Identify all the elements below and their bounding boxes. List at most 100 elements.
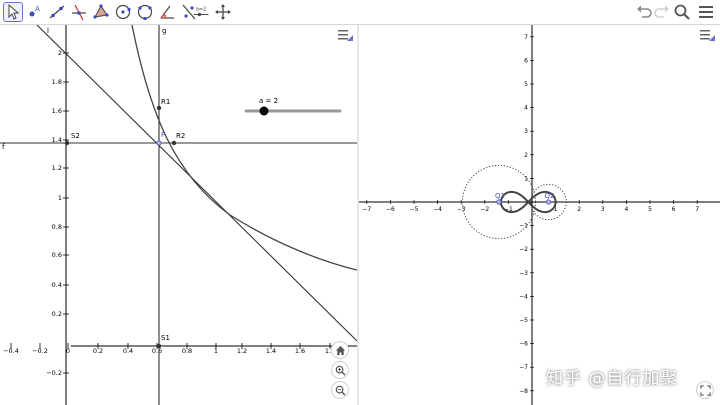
- point-s1: [156, 343, 162, 349]
- line-icon: [49, 5, 65, 19]
- point-label-r2: R2: [176, 132, 185, 140]
- point-label-s1: S1: [161, 334, 170, 342]
- y-tick-label: 1.6: [52, 107, 62, 115]
- slider-tool-button[interactable]: a=2: [190, 2, 212, 22]
- x-tick-label: 1.4: [266, 347, 276, 355]
- menu-button[interactable]: [697, 3, 715, 21]
- line-tool-button[interactable]: [47, 2, 67, 22]
- style-bar-icon: [700, 30, 715, 41]
- zoom-in-icon: [335, 365, 346, 376]
- circle-center-point-icon: [115, 4, 131, 20]
- x-tick-label: 0.2: [93, 347, 103, 355]
- x-tick-label: 0.4: [123, 347, 133, 355]
- undo-button[interactable]: [635, 3, 653, 21]
- polygon-icon: [93, 4, 109, 19]
- zoom-out-button[interactable]: [331, 381, 349, 399]
- point-label-p: P: [161, 131, 165, 139]
- angle-tool-button[interactable]: [157, 2, 177, 22]
- y2-tick-label: 6: [524, 57, 528, 64]
- slider-tool-label: a=2: [196, 6, 206, 12]
- graphics-view-1-canvas[interactable]: −0.4 −0.2 0 0.2 0.4 0.6 0.8 1 1.2 1.4 1.6 1.821.81.…: [0, 25, 357, 405]
- y2-tick-label: −5: [519, 317, 528, 324]
- y2-tick-label: 5: [524, 81, 528, 88]
- x2-tick-label: −4: [433, 206, 442, 213]
- graphics-view-2[interactable]: −7 −6 −5 −4 −3 −2 −1 1 2 3 4 5 6 7 7 6 5 4 3 2 1 −1 −2 −3 −4 −5 −6…: [359, 25, 720, 405]
- move-tool-button[interactable]: [3, 2, 23, 22]
- style-bar-toggle-2[interactable]: [698, 28, 718, 44]
- y-tick-label: 0.2: [52, 310, 62, 318]
- line-f-label: f: [2, 143, 5, 151]
- undo-icon: [637, 5, 652, 18]
- angle-icon: [160, 5, 174, 19]
- x2-tick-label: 2: [577, 206, 581, 213]
- x-tick-label: 1.2: [237, 347, 247, 355]
- y-tick-label: 1: [58, 194, 62, 202]
- point-p: [156, 140, 162, 146]
- y2-tick-label: −3: [519, 270, 528, 277]
- y2-tick-label: −4: [519, 293, 528, 300]
- search-icon: [674, 4, 690, 20]
- point-label-q1: Q1: [495, 192, 505, 200]
- point-tool-button[interactable]: A: [25, 2, 45, 22]
- redo-icon: [654, 5, 669, 18]
- home-button[interactable]: [331, 341, 349, 359]
- home-icon: [335, 345, 345, 355]
- line-l-label: l: [47, 27, 49, 35]
- move-graphics-view-tool-button[interactable]: [213, 2, 233, 22]
- y2-tick-label: 2: [524, 152, 528, 159]
- zoom-in-button[interactable]: [331, 361, 349, 379]
- x-tick-label: 0.8: [182, 347, 192, 355]
- x-tick-label: 1: [214, 347, 218, 355]
- graphics-view-2-canvas[interactable]: −7 −6 −5 −4 −3 −2 −1 1 2 3 4 5 6 77654321−1−2−3−4−5−6…: [359, 25, 720, 405]
- x2-tick-label: −5: [410, 206, 419, 213]
- y-tick-label: 0.8: [52, 223, 62, 231]
- move-arrows-icon: [215, 4, 231, 20]
- fullscreen-icon: [699, 384, 711, 396]
- y2-tick-label: −6: [519, 341, 528, 348]
- y2-tick-label: 3: [524, 128, 528, 135]
- toolbar: A a=2: [0, 0, 720, 25]
- point-label-r1: R1: [161, 98, 170, 106]
- x2-tick-label: −3: [457, 206, 466, 213]
- point-s2: [64, 140, 70, 146]
- x-tick-label: −0.4: [3, 347, 19, 355]
- search-button[interactable]: [673, 3, 691, 21]
- line-l: [36, 25, 357, 342]
- perpendicular-line-tool-button[interactable]: [69, 2, 89, 22]
- point-label-s2: S2: [71, 132, 80, 140]
- watermark-text: 知乎 @自行加聚: [546, 369, 679, 389]
- x2-tick-label: −6: [386, 206, 395, 213]
- style-bar-toggle-1[interactable]: [336, 28, 356, 44]
- point-label-q2: Q2: [545, 192, 555, 200]
- slider-icon: a=2: [193, 6, 209, 17]
- point-r1: [156, 105, 162, 111]
- x2-tick-label: 6: [672, 206, 676, 213]
- y-tick-label: 0.6: [52, 251, 62, 259]
- polygon-tool-button[interactable]: [91, 2, 111, 22]
- x-tick-label: 1.6: [295, 347, 305, 355]
- point-q2: [545, 199, 552, 205]
- circle-three-points-tool-button[interactable]: [135, 2, 155, 22]
- circle-tool-button[interactable]: [113, 2, 133, 22]
- line-g-label: g: [162, 27, 166, 35]
- x2-tick-label: −7: [362, 206, 371, 213]
- function-curve: [131, 25, 357, 271]
- y-tick-label: 1.2: [52, 164, 62, 172]
- fullscreen-button[interactable]: [696, 381, 714, 399]
- y2-tick-label: 7: [524, 34, 528, 41]
- x-tick-label: 0: [66, 347, 70, 355]
- redo-button[interactable]: [653, 3, 671, 21]
- y2-tick-label: −8: [519, 388, 528, 395]
- y-tick-label: 0.4: [52, 281, 62, 289]
- point-q1: [496, 199, 502, 205]
- x2-tick-label: 4: [624, 206, 628, 213]
- style-bar-icon: [338, 30, 353, 41]
- x-tick-label: −0.2: [32, 347, 48, 355]
- y-tick-label: 2: [58, 49, 62, 57]
- x2-tick-label: 3: [601, 206, 605, 213]
- svg-text:A: A: [35, 5, 40, 13]
- graphics-view-1[interactable]: −0.4 −0.2 0 0.2 0.4 0.6 0.8 1 1.2 1.4 1.6 1.8 2 1.8 1.…: [0, 25, 357, 405]
- y2-tick-label: −7: [519, 364, 528, 371]
- perpendicular-line-icon: [72, 4, 86, 21]
- x2-tick-label: 7: [695, 206, 699, 213]
